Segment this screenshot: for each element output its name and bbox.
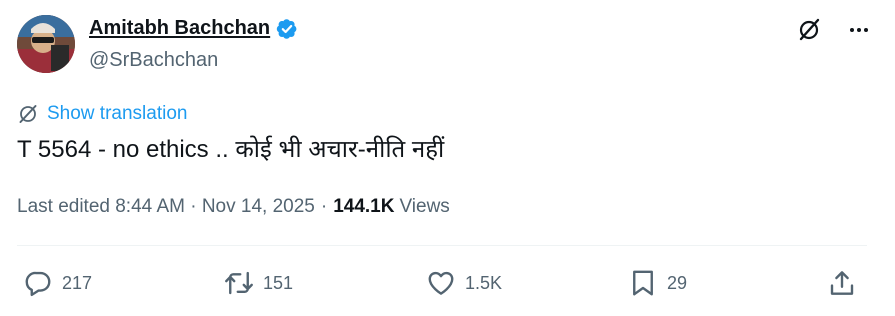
grok-icon <box>799 18 820 41</box>
edited-timestamp[interactable]: Last edited 8:44 AM · Nov 14, 2025 <box>17 196 315 218</box>
more-icon <box>850 28 868 32</box>
share-icon <box>830 271 854 295</box>
verified-badge-icon[interactable] <box>276 18 298 40</box>
author-handle[interactable]: @SrBachchan <box>89 49 218 72</box>
show-translation-label: Show translation <box>47 103 188 124</box>
author-name[interactable]: Amitabh Bachchan <box>89 17 270 40</box>
share-button[interactable] <box>827 268 857 298</box>
repost-count: 151 <box>263 272 294 293</box>
reply-button[interactable]: 217 <box>23 268 92 298</box>
tweet-card: Amitabh Bachchan @SrBachchan Show transl… <box>0 0 895 316</box>
tweet-text: T 5564 - no ethics .. कोई भी अचार-नीति न… <box>17 136 445 163</box>
author-name-row: Amitabh Bachchan <box>89 17 298 40</box>
meta-separator: · <box>320 196 328 217</box>
more-button[interactable] <box>845 16 873 44</box>
avatar[interactable] <box>17 15 75 73</box>
show-translation-button[interactable]: Show translation <box>17 103 187 125</box>
repost-button[interactable]: 151 <box>224 268 293 298</box>
bookmark-button[interactable]: 29 <box>628 268 687 298</box>
views-label: Views <box>399 196 450 217</box>
views-count: 144.1K <box>333 196 395 217</box>
reply-icon <box>25 271 51 297</box>
translate-icon <box>19 105 37 123</box>
repost-icon <box>225 271 253 295</box>
bookmark-icon <box>633 270 653 296</box>
bookmark-count: 29 <box>667 272 688 293</box>
reply-count: 217 <box>62 272 93 293</box>
tweet-meta: Last edited 8:44 AM · Nov 14, 2025 · 144… <box>17 196 450 218</box>
grok-button[interactable] <box>795 16 823 44</box>
header-actions <box>795 16 873 44</box>
heart-icon <box>428 271 454 295</box>
divider <box>17 245 867 246</box>
like-count: 1.5K <box>465 272 503 293</box>
avatar-image <box>17 15 75 73</box>
like-button[interactable]: 1.5K <box>426 268 502 298</box>
